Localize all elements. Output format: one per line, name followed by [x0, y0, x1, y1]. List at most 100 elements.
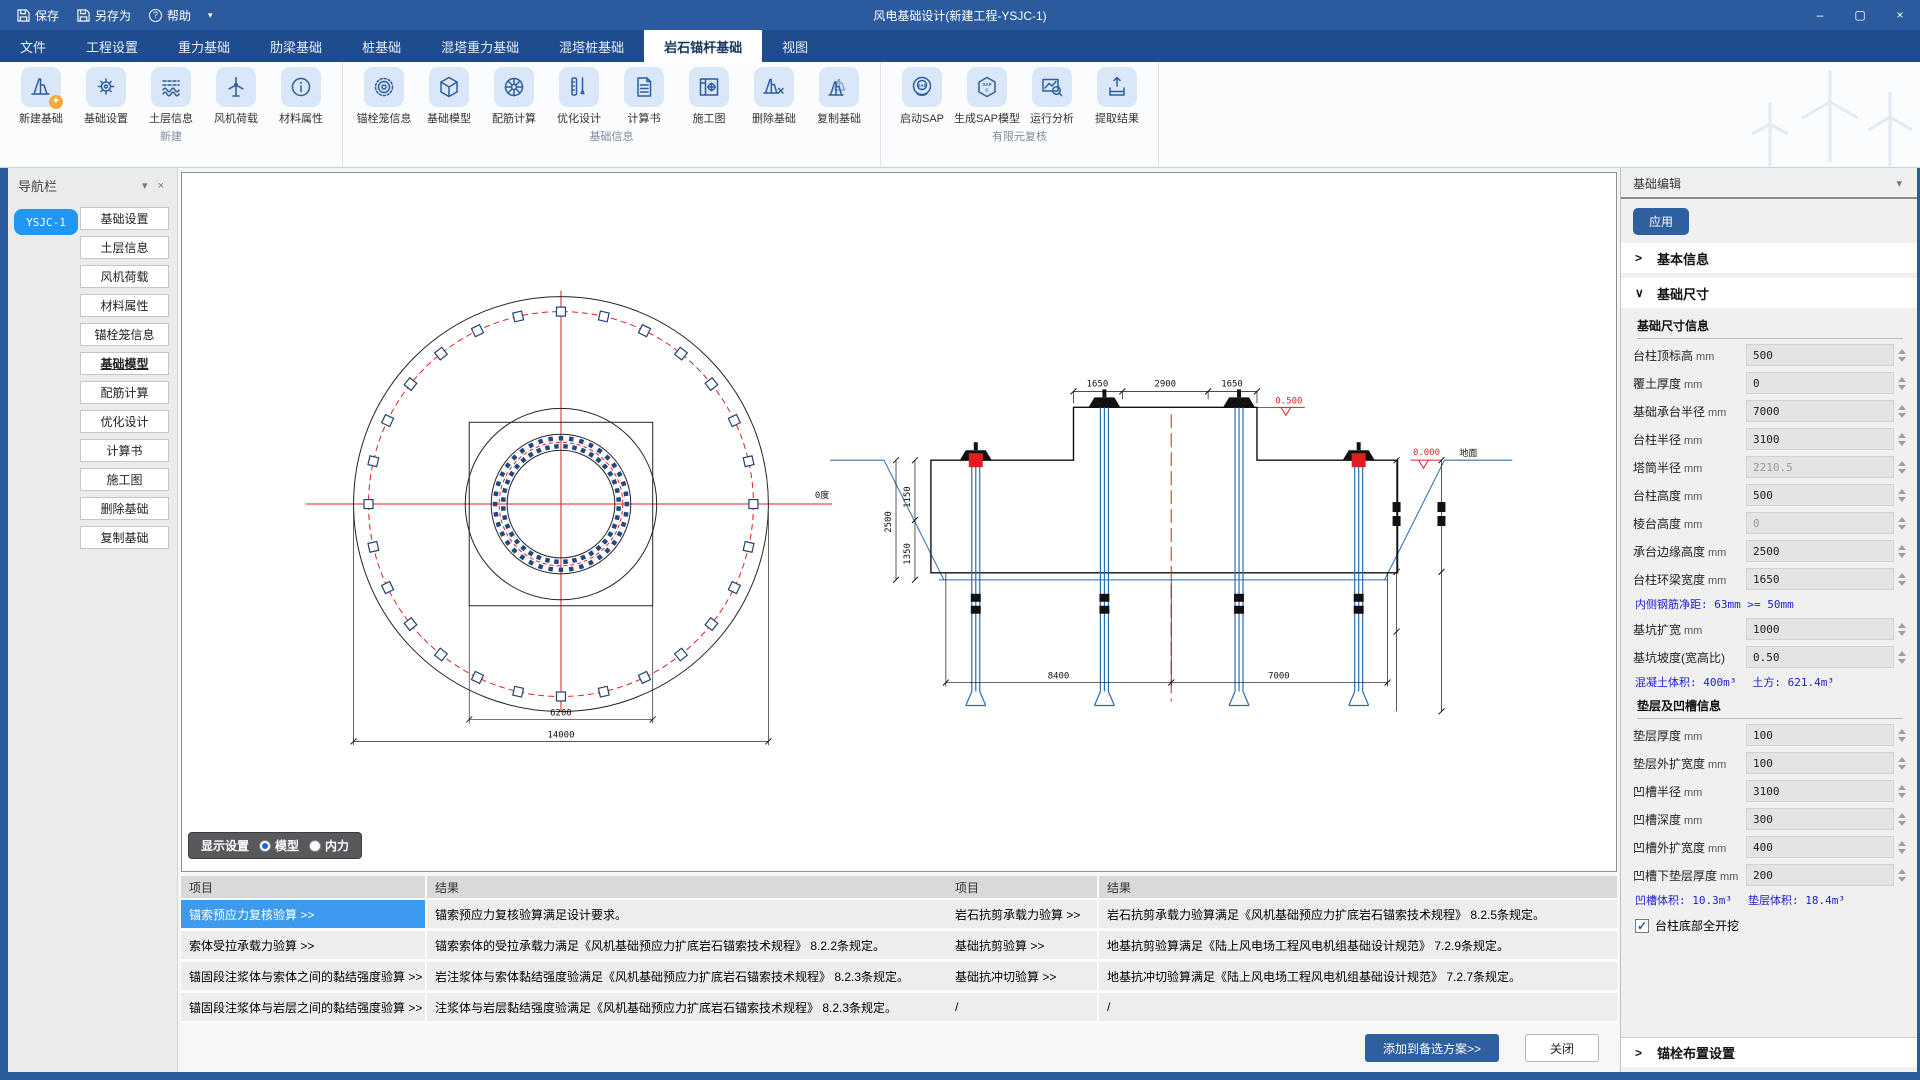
spinner[interactable]: [1894, 808, 1909, 830]
tab-hybrid-pile-foundation[interactable]: 混塔桩基础: [539, 30, 644, 62]
tab-pile-foundation[interactable]: 桩基础: [342, 30, 421, 62]
pedestal-radius-input[interactable]: 3100: [1746, 428, 1894, 450]
close-button[interactable]: ×: [1880, 0, 1920, 30]
add-to-plans-button[interactable]: 添加到备选方案>>: [1365, 1034, 1499, 1062]
spinner[interactable]: [1894, 618, 1909, 640]
model-viewport[interactable]: 0度 6200: [181, 172, 1617, 872]
spinner[interactable]: [1894, 484, 1909, 506]
spinner[interactable]: [1894, 864, 1909, 886]
display-mode-force-radio[interactable]: 内力: [309, 837, 349, 854]
sidebar-close-icon[interactable]: ×: [153, 180, 169, 192]
save-as-button[interactable]: 另存为: [70, 0, 138, 30]
spinner[interactable]: [1894, 400, 1909, 422]
sidebar-collapse-icon[interactable]: ▾: [137, 179, 153, 192]
spinner[interactable]: [1894, 568, 1909, 590]
spinner[interactable]: [1894, 780, 1909, 802]
plan-angle-label: 0度: [815, 489, 829, 501]
project-tab[interactable]: YSJC-1: [14, 209, 78, 235]
check-item-link[interactable]: /: [947, 993, 1099, 1024]
foundation-settings-button[interactable]: 基础设置: [75, 67, 137, 126]
section-foundation-dims[interactable]: ∨ 基础尺寸: [1621, 278, 1917, 308]
rebar-calc-button[interactable]: 配筋计算: [483, 67, 545, 126]
sidebar-item-calc-report[interactable]: 计算书: [80, 439, 169, 462]
extract-results-button[interactable]: 提取结果: [1086, 67, 1148, 126]
ribbon-button-label: 复制基础: [817, 110, 861, 126]
groove-extension-input[interactable]: 400: [1746, 836, 1894, 858]
tab-project-settings[interactable]: 工程设置: [66, 30, 158, 62]
check-item-link[interactable]: 锚固段注浆体与索体之间的黏结强度验算 >>: [181, 962, 427, 993]
sidebar-item-delete-foundation[interactable]: 删除基础: [80, 497, 169, 520]
check-item-link[interactable]: 索体受拉承载力验算 >>: [181, 931, 427, 962]
groove-cushion-thickness-input[interactable]: 200: [1746, 864, 1894, 886]
turbine-load-button[interactable]: 风机荷载: [205, 67, 267, 126]
sidebar-item-optimize-design[interactable]: 优化设计: [80, 410, 169, 433]
sidebar-item-copy-foundation[interactable]: 复制基础: [80, 526, 169, 549]
check-item-link[interactable]: 锚索预应力复核验算 >>: [181, 900, 427, 931]
cushion-extension-input[interactable]: 100: [1746, 752, 1894, 774]
spinner[interactable]: [1894, 836, 1909, 858]
check-item-link[interactable]: 基础抗剪验算 >>: [947, 931, 1099, 962]
display-mode-model-radio[interactable]: 模型: [259, 837, 299, 854]
material-properties-button[interactable]: 材料属性: [270, 67, 332, 126]
tab-file[interactable]: 文件: [0, 30, 66, 62]
field-row: 垫层厚度mm 100: [1633, 723, 1909, 747]
spinner[interactable]: [1894, 646, 1909, 668]
sidebar-item-foundation-settings[interactable]: 基础设置: [80, 207, 169, 230]
maximize-button[interactable]: ▢: [1840, 0, 1880, 30]
check-item-link[interactable]: 基础抗冲切验算 >>: [947, 962, 1099, 993]
minimize-button[interactable]: –: [1800, 0, 1840, 30]
pedestal-height-input[interactable]: 500: [1746, 484, 1894, 506]
apply-button[interactable]: 应用: [1633, 208, 1689, 235]
anchor-cage-info-button[interactable]: 锚栓笼信息: [353, 67, 415, 126]
check-item-link[interactable]: 锚固段注浆体与岩层之间的黏结强度验算 >>: [181, 993, 427, 1024]
soil-layers-button[interactable]: 土层信息: [140, 67, 202, 126]
groove-radius-input[interactable]: 3100: [1746, 780, 1894, 802]
pit-slope-input[interactable]: 0.50: [1746, 646, 1894, 668]
sidebar-item-material-properties[interactable]: 材料属性: [80, 294, 169, 317]
launch-sap-button[interactable]: SAP 启动SAP: [891, 67, 953, 126]
spinner[interactable]: [1894, 540, 1909, 562]
checkbox-checked-icon[interactable]: ✓: [1635, 919, 1649, 933]
ring-beam-width-input[interactable]: 1650: [1746, 568, 1894, 590]
delete-foundation-button[interactable]: 删除基础: [743, 67, 805, 126]
new-foundation-button[interactable]: + 新建基础: [10, 67, 72, 126]
sidebar-item-anchor-cage-info[interactable]: 锚栓笼信息: [80, 323, 169, 346]
spinner[interactable]: [1894, 752, 1909, 774]
editor-collapse-icon[interactable]: ▾: [1891, 177, 1907, 190]
tab-hybrid-gravity-foundation[interactable]: 混塔重力基础: [421, 30, 539, 62]
close-panel-button[interactable]: 关闭: [1525, 1034, 1599, 1062]
spinner[interactable]: [1894, 372, 1909, 394]
spinner[interactable]: [1894, 724, 1909, 746]
help-button[interactable]: ? 帮助: [142, 0, 198, 30]
pedestal-top-elevation-input[interactable]: 500: [1746, 344, 1894, 366]
pit-widening-input[interactable]: 1000: [1746, 618, 1894, 640]
sidebar-item-soil-layers[interactable]: 土层信息: [80, 236, 169, 259]
tab-rock-anchor-foundation[interactable]: 岩石锚杆基础: [644, 30, 762, 62]
sidebar-item-turbine-load[interactable]: 风机荷载: [80, 265, 169, 288]
spinner[interactable]: [1894, 344, 1909, 366]
section-anchor-layout[interactable]: > 锚栓布置设置: [1621, 1037, 1917, 1067]
tab-view[interactable]: 视图: [762, 30, 828, 62]
generate-sap-model-button[interactable]: SAPC 生成SAP模型: [956, 67, 1018, 126]
construction-drawing-button[interactable]: 施工图: [678, 67, 740, 126]
calc-report-button[interactable]: 计算书: [613, 67, 675, 126]
groove-depth-input[interactable]: 300: [1746, 808, 1894, 830]
foundation-model-button[interactable]: 基础模型: [418, 67, 480, 126]
save-button[interactable]: 保存: [10, 0, 66, 30]
copy-foundation-button[interactable]: 复制基础: [808, 67, 870, 126]
section-basic-info[interactable]: > 基本信息: [1621, 243, 1917, 273]
spinner[interactable]: [1894, 428, 1909, 450]
tab-gravity-foundation[interactable]: 重力基础: [158, 30, 250, 62]
sidebar-item-construction-drawing[interactable]: 施工图: [80, 468, 169, 491]
check-item-link[interactable]: 岩石抗剪承载力验算 >>: [947, 900, 1099, 931]
cushion-thickness-input[interactable]: 100: [1746, 724, 1894, 746]
sidebar-item-foundation-model[interactable]: 基础模型: [80, 352, 169, 375]
slab-radius-input[interactable]: 7000: [1746, 400, 1894, 422]
run-analysis-button[interactable]: 运行分析: [1021, 67, 1083, 126]
quickbar-caret-icon[interactable]: ▾: [202, 10, 219, 21]
soil-cover-thickness-input[interactable]: 0: [1746, 372, 1894, 394]
slab-edge-height-input[interactable]: 2500: [1746, 540, 1894, 562]
sidebar-item-rebar-calc[interactable]: 配筋计算: [80, 381, 169, 404]
optimize-design-button[interactable]: 优化设计: [548, 67, 610, 126]
tab-rib-beam-foundation[interactable]: 肋梁基础: [250, 30, 342, 62]
